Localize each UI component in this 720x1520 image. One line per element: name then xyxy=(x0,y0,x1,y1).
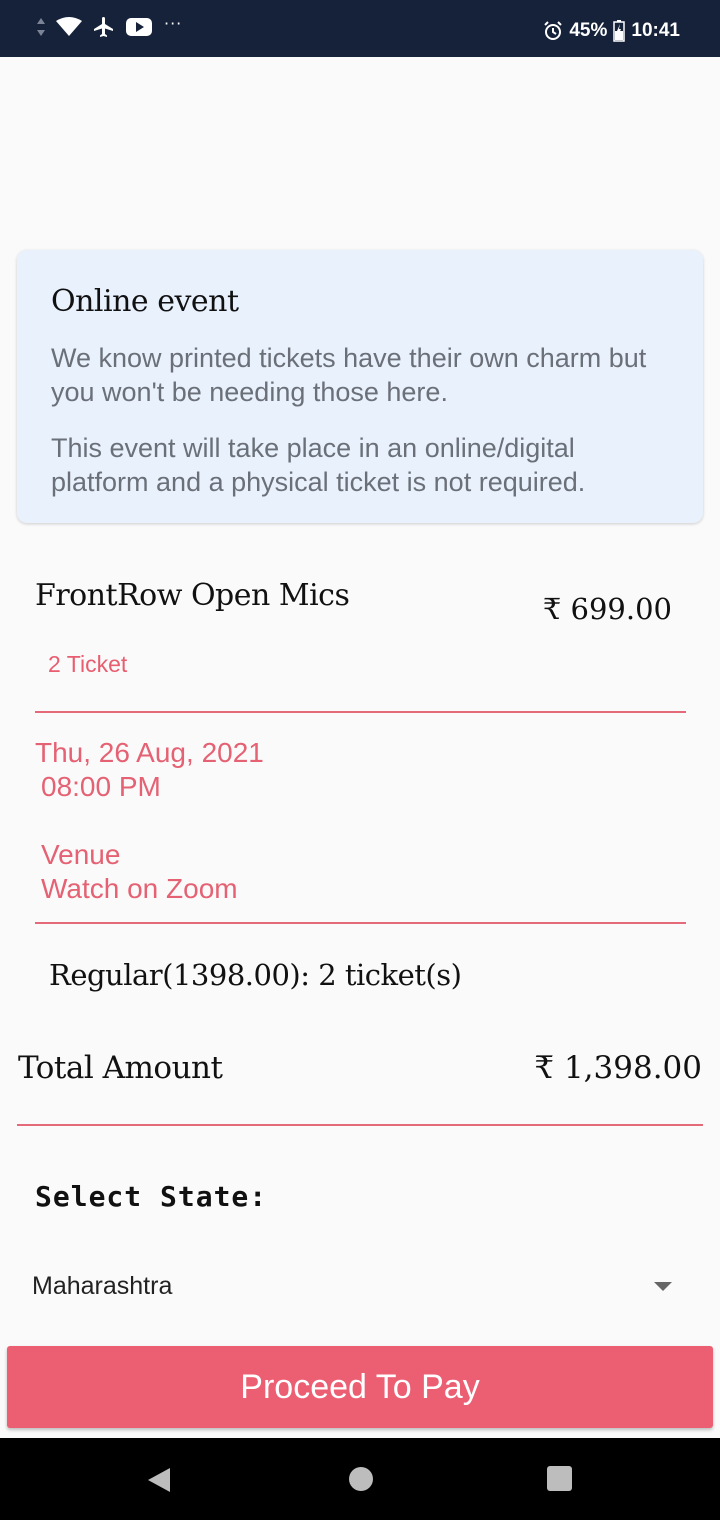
event-price: ₹ 699.00 xyxy=(542,592,672,626)
home-icon[interactable] xyxy=(348,1466,374,1496)
venue-label: Venue xyxy=(41,839,121,870)
online-event-card: Online event We know printed tickets hav… xyxy=(17,250,703,523)
ticket-breakdown: Regular(1398.00): 2 ticket(s) xyxy=(49,958,462,992)
online-event-note: We know printed tickets have their own c… xyxy=(51,343,647,407)
online-event-title: Online event xyxy=(51,284,239,319)
event-venue: Venue Watch on Zoom xyxy=(41,838,238,906)
alarm-icon xyxy=(543,21,563,41)
venue-value: Watch on Zoom xyxy=(41,873,238,904)
event-datetime: Thu, 26 Aug, 2021 08:00 PM xyxy=(35,736,264,804)
status-icons-right: 45% 10:41 xyxy=(543,18,680,44)
youtube-icon xyxy=(126,17,152,37)
event-name: FrontRow Open Mics xyxy=(35,578,350,613)
select-state-label: Select State: xyxy=(35,1180,268,1213)
online-event-description: This event will take place in an online/… xyxy=(51,433,586,497)
state-selected-value: Maharashtra xyxy=(32,1271,173,1300)
divider xyxy=(35,711,686,713)
status-bar: ··· 45% 10:41 xyxy=(0,0,720,57)
total-amount-label: Total Amount xyxy=(18,1050,223,1086)
state-dropdown[interactable]: Maharashtra xyxy=(18,1252,702,1320)
recent-apps-icon[interactable] xyxy=(547,1466,572,1495)
battery-percent: 45% xyxy=(569,20,608,41)
data-arrows-icon xyxy=(36,16,46,38)
proceed-to-pay-button[interactable]: Proceed To Pay xyxy=(7,1346,713,1428)
dropdown-arrow-icon xyxy=(654,1281,672,1291)
more-notifications-icon: ··· xyxy=(164,13,183,33)
event-time: 08:00 PM xyxy=(41,771,161,802)
ticket-count: 2 Ticket xyxy=(48,651,128,677)
clock: 10:41 xyxy=(631,20,680,41)
total-amount-value: ₹ 1,398.00 xyxy=(534,1050,702,1086)
airplane-icon xyxy=(92,15,116,39)
wifi-icon xyxy=(56,17,82,37)
divider xyxy=(17,1124,703,1126)
event-date: Thu, 26 Aug, 2021 xyxy=(35,737,264,768)
navigation-bar xyxy=(0,1438,720,1520)
divider xyxy=(35,922,686,924)
status-icons-left: ··· xyxy=(36,14,182,40)
battery-icon xyxy=(613,20,626,42)
back-icon[interactable] xyxy=(146,1466,172,1498)
